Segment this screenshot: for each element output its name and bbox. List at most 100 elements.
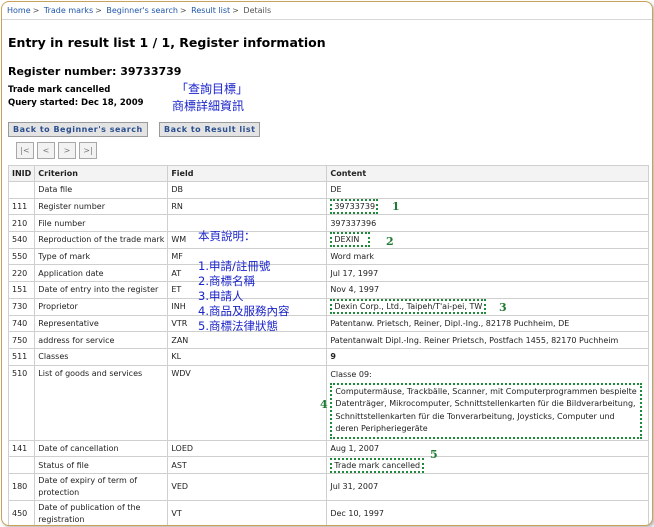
register-number-heading: Register number: 39733739 bbox=[8, 65, 182, 78]
breadcrumb-result-list[interactable]: Result list bbox=[191, 6, 230, 15]
annotation-note-5: 5.商標法律狀態 bbox=[198, 319, 278, 333]
col-header-content: Content bbox=[326, 165, 650, 182]
col-header-criterion: Criterion bbox=[34, 165, 169, 182]
cell-content: Patentanw. Prietsch, Reiner, Dipl.-Ing.,… bbox=[326, 314, 650, 333]
table-row: 750 address for service ZAN Patentanwalt… bbox=[7, 331, 650, 349]
cell-field: AST bbox=[167, 456, 328, 474]
cell-content: Jul 31, 2007 bbox=[326, 472, 650, 501]
header-divider bbox=[2, 19, 652, 20]
cell-inid: 450 bbox=[7, 499, 36, 525]
cell-inid: 510 bbox=[7, 364, 36, 441]
table-row: 511 Classes KL 9 bbox=[7, 347, 650, 366]
col-header-field: Field bbox=[167, 165, 328, 182]
cell-inid: 210 bbox=[7, 214, 36, 233]
cell-content: Jul 17, 1997 bbox=[326, 264, 650, 283]
cell-criterion: Date of entry into the register bbox=[34, 281, 169, 299]
cell-criterion: Status of file bbox=[34, 456, 169, 474]
back-to-beginners-search-button[interactable]: Back to Beginner's search bbox=[8, 122, 148, 137]
table-row: 740 Representative VTR Patentanw. Priets… bbox=[7, 314, 650, 333]
cell-content: Nov 4, 1997 bbox=[326, 281, 650, 299]
cell-field: RN bbox=[167, 197, 328, 216]
table-row: 210 File number 397337396 bbox=[7, 214, 650, 233]
cell-field: VT bbox=[167, 499, 328, 525]
highlight-trade-mark: DEXIN bbox=[330, 232, 371, 248]
cell-criterion: Proprietor bbox=[34, 297, 169, 316]
cell-inid: 511 bbox=[7, 347, 36, 366]
annotation-note-2: 2.商標名稱 bbox=[198, 274, 255, 288]
cell-content: Trade mark cancelled bbox=[326, 456, 650, 474]
annotation-note-4: 4.商品及服務內容 bbox=[198, 304, 290, 318]
cell-criterion: Register number bbox=[34, 197, 169, 216]
pager-next-button[interactable]: > bbox=[58, 142, 76, 159]
table-row: Data file DB DE bbox=[7, 181, 650, 199]
cell-criterion: Representative bbox=[34, 314, 169, 333]
pager-first-button[interactable]: |< bbox=[16, 142, 34, 159]
marker-3: 3 bbox=[499, 301, 507, 314]
cell-criterion: Date of cancellation bbox=[34, 439, 169, 458]
table-row: 180 Date of expiry of term of protection… bbox=[7, 472, 650, 501]
highlight-proprietor: Dexin Corp., Ltd., Taipeh/T'ai-pei, TW bbox=[330, 299, 487, 315]
highlight-file-status: Trade mark cancelled bbox=[330, 457, 425, 473]
cell-field: DB bbox=[167, 181, 328, 199]
table-row: 220 Application date AT Jul 17, 1997 bbox=[7, 264, 650, 283]
cell-criterion: Classes bbox=[34, 347, 169, 366]
table-row: 510 List of goods and services WDV Class… bbox=[7, 364, 650, 441]
cell-criterion: List of goods and services bbox=[34, 364, 169, 441]
breadcrumb: Home > Trade marks > Beginner's search > Re… bbox=[7, 6, 272, 15]
query-started: Query started: Dec 18, 2009 bbox=[8, 98, 144, 108]
cell-field: ZAN bbox=[167, 331, 328, 349]
cell-content: DEXIN bbox=[326, 231, 650, 249]
breadcrumb-trade-marks[interactable]: Trade marks bbox=[44, 6, 93, 15]
table-row: 730 Proprietor INH Dexin Corp., Ltd., Ta… bbox=[7, 297, 650, 316]
cell-content: Dexin Corp., Ltd., Taipeh/T'ai-pei, TW bbox=[326, 297, 650, 316]
annotation-note-3: 3.申請人 bbox=[198, 289, 244, 303]
pager: |< < > >| bbox=[16, 142, 97, 159]
pager-last-button[interactable]: >| bbox=[79, 142, 97, 159]
page-frame: Home > Trade marks > Beginner's search > Re… bbox=[1, 1, 653, 526]
cell-content: Patentanwalt Dipl.-Ing. Reiner Prietsch,… bbox=[326, 331, 650, 349]
cell-criterion: Application date bbox=[34, 264, 169, 283]
cell-field: LOED bbox=[167, 439, 328, 458]
highlight-register-number: 39733739 bbox=[330, 199, 379, 215]
annotation-note-1: 1.申請/註冊號 bbox=[198, 259, 271, 273]
cell-inid: 111 bbox=[7, 197, 36, 216]
cell-content: 39733739 bbox=[326, 197, 650, 216]
cell-field: KL bbox=[167, 347, 328, 366]
cell-inid: 750 bbox=[7, 331, 36, 349]
cell-inid: 180 bbox=[7, 472, 36, 501]
cell-inid: 220 bbox=[7, 264, 36, 283]
breadcrumb-home[interactable]: Home bbox=[7, 6, 31, 15]
cell-inid: 141 bbox=[7, 439, 36, 458]
cell-inid: 730 bbox=[7, 297, 36, 316]
cell-inid: 151 bbox=[7, 281, 36, 299]
cell-content: Dec 10, 1997 bbox=[326, 499, 650, 525]
table-row: 550 Type of mark MF Word mark bbox=[7, 247, 650, 266]
pager-prev-button[interactable]: < bbox=[37, 142, 55, 159]
cell-content: Word mark bbox=[326, 247, 650, 266]
col-header-inid: INID bbox=[7, 165, 36, 182]
cell-criterion: Date of expiry of term of protection bbox=[34, 472, 169, 501]
annotation-query-line2: 商標詳細資訊 bbox=[172, 99, 245, 113]
cell-criterion: address for service bbox=[34, 331, 169, 349]
table-row: 111 Register number RN 39733739 bbox=[7, 197, 650, 216]
cell-content: Classe 09: Computermäuse, Trackbälle, Sc… bbox=[326, 364, 650, 441]
cell-field: WDV bbox=[167, 364, 328, 441]
breadcrumb-current: Details bbox=[243, 6, 272, 15]
breadcrumb-beginners-search[interactable]: Beginner's search bbox=[106, 6, 178, 15]
annotation-query-line1: 「查詢目標」 bbox=[176, 82, 249, 96]
table-row: 141 Date of cancellation LOED Aug 1, 200… bbox=[7, 439, 650, 458]
cell-field: VED bbox=[167, 472, 328, 501]
table-row: Status of file AST Trade mark cancelled bbox=[7, 456, 650, 474]
table-row: 450 Date of publication of the registrat… bbox=[7, 499, 650, 525]
highlight-goods-services: Computermäuse, Trackbälle, Scanner, mit … bbox=[330, 382, 643, 439]
annotation-notes-title: 本頁說明： bbox=[198, 229, 256, 243]
cell-content: 9 bbox=[326, 347, 650, 366]
page-title: Entry in result list 1 / 1, Register inf… bbox=[8, 35, 326, 50]
cell-criterion: File number bbox=[34, 214, 169, 233]
register-info-table: INID Criterion Field Content Data file D… bbox=[7, 165, 650, 525]
marker-5: 5 bbox=[430, 448, 438, 461]
back-to-result-list-button[interactable]: Back to Result list bbox=[159, 122, 261, 137]
cell-criterion: Date of publication of the registration bbox=[34, 499, 169, 525]
table-header-row: INID Criterion Field Content bbox=[7, 165, 650, 182]
cell-content: 397337396 bbox=[326, 214, 650, 233]
